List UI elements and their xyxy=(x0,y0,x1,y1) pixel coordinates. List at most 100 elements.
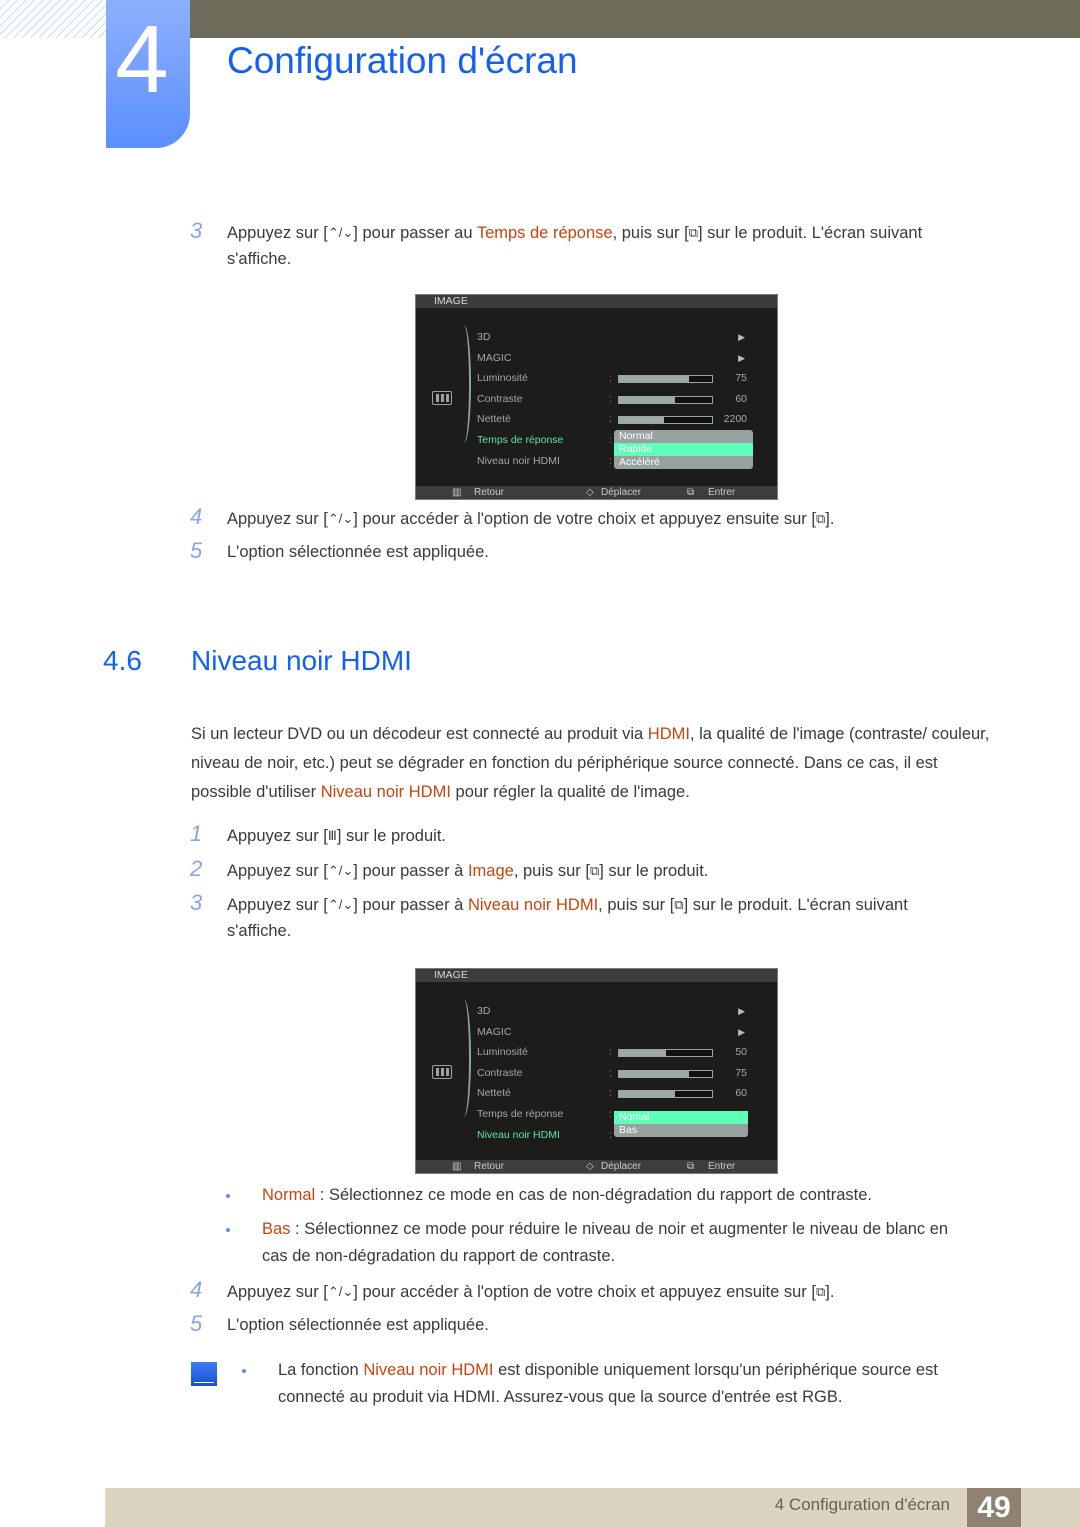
enter-icon: ⧉ xyxy=(815,511,826,526)
chapter-number: 4 xyxy=(115,6,169,113)
enter-icon: ⧉ xyxy=(589,863,600,878)
slider-value: 75 xyxy=(735,1066,747,1079)
separator: : xyxy=(609,372,612,385)
osd-enter-label: Entrer xyxy=(708,487,736,498)
slider-value: 60 xyxy=(735,392,747,405)
separator: : xyxy=(609,1108,612,1120)
osd-move-label: Déplacer xyxy=(601,487,642,498)
osd-screen-hdmi-black-level: IMAGE 3D ▶ MAGIC ▶ Luminosité: 50 Contraste: 75… xyxy=(415,968,778,1174)
page-number: 49 xyxy=(967,1488,1021,1527)
slider-value: 2200 xyxy=(723,413,747,426)
section-title: Niveau noir HDMI xyxy=(191,645,412,676)
dropdown-option[interactable]: Nomal xyxy=(614,1111,748,1124)
up-down-arrow-icon: ⌃/⌄ xyxy=(327,511,354,526)
osd-item-label[interactable]: Temps de réponse xyxy=(477,1108,563,1120)
submenu-arrow-icon: ▶ xyxy=(738,1006,745,1016)
slider-fill xyxy=(619,417,664,424)
osd-move-label: Déplacer xyxy=(601,1161,642,1172)
osd-item-label[interactable]: Netteté xyxy=(477,413,511,425)
up-down-arrow-icon: ⌃/⌄ xyxy=(327,897,354,912)
slider-bar[interactable] xyxy=(618,416,713,425)
separator: : xyxy=(609,1128,612,1141)
dropdown-option[interactable]: Accéléré xyxy=(614,456,753,469)
decorative-hatch xyxy=(0,0,106,38)
chapter-tab: 4 xyxy=(106,0,190,148)
osd-item-label[interactable]: Temps de réponse xyxy=(477,434,563,446)
footer-chapter-label: 4 Configuration d'écran xyxy=(774,1495,950,1514)
step-number: 3 xyxy=(190,218,203,243)
step-number: 4 xyxy=(190,504,203,529)
slider-value: 75 xyxy=(735,372,747,385)
page-footer: 4 Configuration d'écran 49 xyxy=(105,1488,1080,1527)
move-icon: ◇ xyxy=(586,1161,594,1172)
osd-item-label[interactable]: Netteté xyxy=(477,1087,511,1099)
osd-arc-decoration xyxy=(457,999,471,1117)
highlight-term: Image xyxy=(467,862,514,880)
enter-icon: ⧉ xyxy=(674,897,684,912)
highlight-term: Niveau noir HDMI xyxy=(467,896,599,914)
osd-footer: ▥ Retour ◇ Déplacer ⧉ Entrer xyxy=(416,1160,777,1173)
osd-screen-response-time: IMAGE 3D ▶ MAGIC ▶ Luminosité: 75 Contraste: 60… xyxy=(415,294,778,500)
separator: : xyxy=(609,1087,612,1100)
osd-dropdown[interactable]: Normal Rapide Accéléré xyxy=(614,430,753,469)
osd-back-label: Retour xyxy=(474,1161,505,1172)
menu-icon xyxy=(432,1065,452,1079)
step-number: 5 xyxy=(190,1311,203,1336)
osd-item-label[interactable]: 3D xyxy=(477,331,490,343)
osd-item-label[interactable]: Luminosité xyxy=(477,372,528,384)
osd-title: IMAGE xyxy=(416,969,777,982)
slider-value: 50 xyxy=(735,1046,747,1059)
separator: : xyxy=(609,454,612,467)
slider-bar[interactable] xyxy=(618,375,713,384)
osd-item-label[interactable]: 3D xyxy=(477,1005,490,1017)
step-number: 5 xyxy=(190,538,203,563)
dropdown-option[interactable]: Rapide xyxy=(614,443,753,456)
osd-item-label[interactable]: Contraste xyxy=(477,393,523,405)
osd-title: IMAGE xyxy=(416,295,777,308)
up-down-arrow-icon: ⌃/⌄ xyxy=(327,225,354,240)
highlight-term: HDMI xyxy=(647,725,690,743)
slider-bar[interactable] xyxy=(618,395,713,404)
separator: : xyxy=(609,413,612,426)
up-down-arrow-icon: ⌃/⌄ xyxy=(327,1284,354,1299)
separator: : xyxy=(609,434,612,446)
separator: : xyxy=(609,1046,612,1059)
dropdown-option[interactable]: Normal xyxy=(614,430,753,443)
osd-item-label[interactable]: MAGIC xyxy=(477,1026,511,1038)
back-icon: ▥ xyxy=(452,1161,462,1172)
osd-back-label: Retour xyxy=(474,487,505,498)
osd-item-label[interactable]: Contraste xyxy=(477,1067,523,1079)
slider-bar[interactable] xyxy=(618,1049,713,1058)
step-number: 1 xyxy=(190,821,203,846)
step-number: 4 xyxy=(190,1277,203,1302)
osd-dropdown[interactable]: Nomal Bas xyxy=(614,1111,748,1137)
slider-fill xyxy=(619,376,689,383)
note-pencil-icon xyxy=(191,1362,217,1386)
osd-item-label[interactable]: Niveau noir HDMI xyxy=(477,455,560,467)
back-icon: ▥ xyxy=(452,487,462,498)
osd-enter-label: Entrer xyxy=(708,1161,736,1172)
enter-icon: ⧉ xyxy=(815,1284,826,1299)
osd-item-label[interactable]: Luminosité xyxy=(477,1046,528,1058)
menu-icon xyxy=(432,391,452,405)
slider-value: 60 xyxy=(735,1087,747,1100)
menu-icon: Ⅲ xyxy=(327,828,337,843)
up-down-arrow-icon: ⌃/⌄ xyxy=(327,863,354,878)
section-number: 4.6 xyxy=(103,645,142,676)
osd-item-label[interactable]: Niveau noir HDMI xyxy=(477,1129,560,1141)
enter-icon: ⧉ xyxy=(687,487,695,498)
submenu-arrow-icon: ▶ xyxy=(738,332,745,342)
dropdown-option[interactable]: Bas xyxy=(614,1124,748,1137)
slider-bar[interactable] xyxy=(618,1090,713,1099)
bullet-dot xyxy=(226,1194,230,1198)
osd-item-label[interactable]: MAGIC xyxy=(477,352,511,364)
chapter-title: Configuration d'écran xyxy=(227,40,578,81)
step-number: 2 xyxy=(190,856,203,881)
separator: : xyxy=(609,1066,612,1079)
slider-fill xyxy=(619,1091,675,1098)
intro-paragraph: Si un lecteur DVD ou un décodeur est con… xyxy=(191,725,990,801)
bullet-dot xyxy=(242,1369,246,1373)
slider-bar[interactable] xyxy=(618,1069,713,1078)
slider-fill xyxy=(619,1050,666,1057)
separator: : xyxy=(609,392,612,405)
